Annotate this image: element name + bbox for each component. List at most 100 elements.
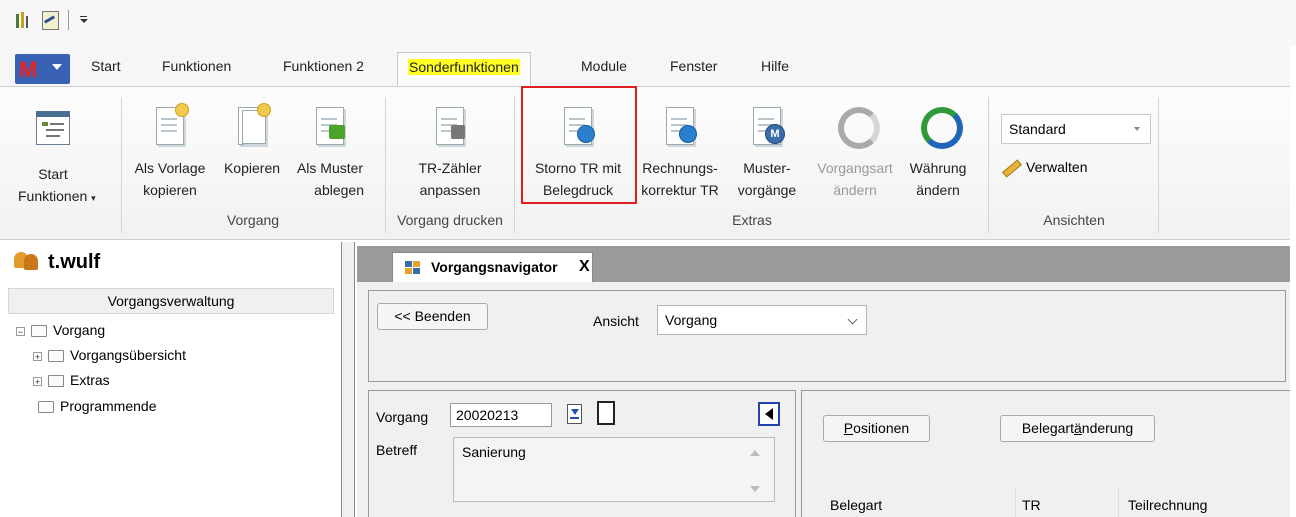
ansicht-label: Ansicht [593,313,639,329]
chevron-down-icon [1134,127,1140,131]
expand-icon[interactable]: + [33,351,42,361]
tree-item-vorgang[interactable]: − Vorgang [16,322,105,338]
tree-item-extras[interactable]: + Extras [33,372,110,388]
beenden-button[interactable]: << Beenden [377,303,488,330]
vorgang-input-value: 20020213 [456,407,519,423]
folder-icon [48,375,64,388]
rechnungskorrektur-tr-button[interactable]: Rechnungs- korrektur TR [634,105,726,201]
chevron-down-icon [847,314,858,325]
refresh-icon [917,105,963,149]
betreff-textarea[interactable]: Sanierung [453,437,775,502]
mustervorgaenge-label-2: vorgänge [737,182,797,198]
verwalten-button[interactable]: Verwalten [1002,159,1088,178]
ribbon-tab-bar: M Start Funktionen Funktionen 2 Sonderfu… [0,46,1290,88]
panel-title: Vorgangsverwaltung [8,288,334,314]
chevron-down-icon [52,64,62,70]
als-vorlage-kopieren-button[interactable]: Als Vorlage kopieren [130,103,210,201]
pencil-icon [1002,159,1022,178]
new-document-icon[interactable] [597,401,615,425]
column-header-tr: TR [1022,497,1041,513]
collapse-icon[interactable]: − [16,326,25,336]
tree-item-vorgang-label: Vorgang [53,322,106,338]
save-template-icon [313,105,347,147]
navigator-icon [405,261,421,274]
scroll-up-icon[interactable] [750,450,760,456]
positionen-button[interactable]: Positionen [823,415,930,442]
tab-fenster[interactable]: Fenster [670,58,717,74]
waehrung-label-2: ändern [916,182,960,198]
group-label-extras: Extras [732,212,772,228]
tab-module[interactable]: Module [581,58,627,74]
ansichten-select[interactable]: Standard [1001,114,1151,144]
pane-splitter[interactable] [341,242,355,517]
highlight-box [521,86,637,204]
tab-funktionen[interactable]: Funktionen [162,58,231,74]
lookup-button[interactable] [567,404,582,424]
notepad-icon[interactable] [40,10,60,30]
folder-icon [38,401,54,414]
start-funktionen-label-2: Funktionen ▾ [18,188,96,204]
bars-icon[interactable] [16,10,30,30]
als-muster-ablegen-button[interactable]: Als Muster ablegen [290,105,370,201]
vorgang-input[interactable]: 20020213 [450,403,552,427]
kopieren-label: Kopieren [223,160,281,176]
column-header-teilrechnung: Teilrechnung [1128,497,1208,513]
group-label-vorgang-drucken: Vorgang drucken [397,212,503,228]
vorgang-label: Vorgang [376,409,429,425]
waehrung-label-1: Währung [909,160,967,176]
vorgangsart-label-2: ändern [833,182,877,198]
als-muster-label-1: Als Muster [296,160,364,176]
folder-open-icon [31,325,47,338]
betreff-value: Sanierung [462,444,526,460]
tree-item-programmende-label: Programmende [60,398,157,414]
close-icon[interactable]: X [579,253,590,281]
ansicht-select[interactable]: Vorgang [657,305,867,335]
tr-zaehler-anpassen-button[interactable]: TR-Zähler anpassen [398,105,502,201]
verwalten-label: Verwalten [1026,159,1088,175]
column-header-belegart: Belegart [830,497,883,513]
group-label-vorgang: Vorgang [226,212,280,228]
mustervorgaenge-button[interactable]: M Muster- vorgänge [730,105,804,201]
tab-vorgangsnavigator[interactable]: Vorgangsnavigator X [392,252,593,282]
vorgangsart-aendern-button: Vorgangsart ändern [812,105,898,201]
ansichten-select-value: Standard [1009,121,1066,137]
tr-zaehler-label-1: TR-Zähler [418,160,482,176]
template-process-icon: M [750,105,785,147]
scroll-down-icon[interactable] [750,486,760,492]
tab-funktionen-2[interactable]: Funktionen 2 [283,58,364,74]
start-funktionen-label-1: Start [38,166,68,182]
toolbar-frame [368,290,1286,382]
copy-template-icon [153,103,189,147]
tab-start[interactable]: Start [91,58,121,74]
app-logo-icon: M [19,57,38,82]
collapse-panel-button[interactable] [758,402,780,426]
belegartaenderung-button[interactable]: Belegartänderung [1000,415,1155,442]
quick-access-toolbar [0,0,1296,46]
ribbon-panel: Start Funktionen ▾ Als Vorlage kopieren … [0,86,1290,240]
refresh-disabled-icon [834,105,880,149]
tr-zaehler-label-2: anpassen [419,182,481,198]
copy-icon [235,103,271,147]
rechnungskorrektur-label-1: Rechnungs- [642,160,718,176]
folder-icon [48,350,64,363]
start-funktionen-button[interactable]: Start Funktionen ▾ [18,111,96,209]
tree-item-vorgangsuebersicht[interactable]: + Vorgangsübersicht [33,347,186,363]
tab-vorgangsnavigator-label: Vorgangsnavigator [431,259,558,275]
vorgangsart-label-1: Vorgangsart [817,160,893,176]
user-header: t.wulf [14,250,100,274]
group-label-ansichten: Ansichten [1043,212,1105,228]
app-menu-button[interactable]: M [15,54,70,84]
customize-dropdown-icon[interactable] [80,16,88,24]
kopieren-button[interactable]: Kopieren [220,103,284,179]
ansicht-select-value: Vorgang [665,312,718,328]
tree-item-programmende[interactable]: Programmende [38,398,157,414]
users-icon [14,250,40,270]
counter-document-icon [433,105,467,147]
tab-hilfe[interactable]: Hilfe [761,58,789,74]
expand-icon[interactable]: + [33,376,42,386]
tab-sonderfunktionen[interactable]: Sonderfunktionen [397,52,531,87]
tree-item-vorgangsuebersicht-label: Vorgangsübersicht [70,347,186,363]
user-name: t.wulf [48,251,101,273]
waehrung-aendern-button[interactable]: Währung ändern [900,105,976,201]
als-vorlage-label-1: Als Vorlage [134,160,206,176]
